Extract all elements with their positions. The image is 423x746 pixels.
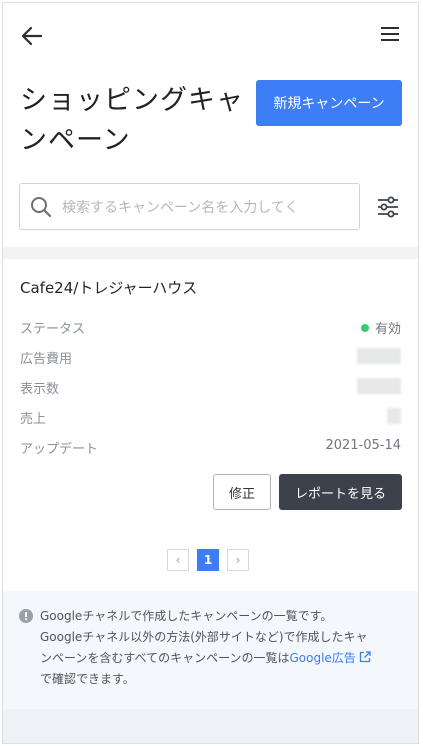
- status-value: 有効: [360, 318, 401, 337]
- ad-cost-label: 広告費用: [20, 352, 73, 367]
- notice-line-4: で確認できます。: [40, 672, 135, 686]
- google-ads-link-text: Google広告: [289, 651, 356, 665]
- page-1-button[interactable]: 1: [197, 549, 219, 571]
- edit-button[interactable]: 修正: [213, 474, 271, 510]
- impressions-value: [357, 378, 401, 398]
- bottom-spacer: [3, 709, 418, 743]
- status-row: ステータス 有効: [20, 318, 401, 340]
- sales-value: [387, 408, 401, 428]
- search-input[interactable]: [60, 192, 354, 224]
- info-icon: [19, 609, 33, 623]
- prev-page-button[interactable]: ‹: [167, 549, 189, 571]
- search-field[interactable]: [19, 183, 360, 230]
- google-ads-link[interactable]: Google広告: [289, 651, 371, 665]
- external-link-icon: [359, 651, 371, 663]
- impressions-row: 表示数: [20, 378, 401, 400]
- status-dot-icon: [360, 323, 369, 332]
- app-frame: ショッピングキャンペーン 新規キャンペーン Cafe24/トレジャーハウス ステ…: [2, 2, 419, 744]
- notice-line-1: Googleチャネルで作成したキャンペーンの一覧です。: [40, 609, 333, 623]
- section-divider: [3, 247, 418, 259]
- updated-label: アップデート: [20, 442, 99, 457]
- page-title: ショッピングキャンペーン: [20, 85, 244, 156]
- top-bar: [3, 3, 418, 63]
- ad-cost-value: [357, 348, 401, 368]
- search-icon: [31, 197, 52, 218]
- sales-row: 売上: [20, 408, 401, 430]
- status-label: ステータス: [20, 322, 86, 337]
- arrow-left-icon[interactable]: [19, 23, 45, 49]
- updated-row: アップデート 2021-05-14: [20, 438, 401, 460]
- hamburger-menu-icon[interactable]: [380, 25, 400, 43]
- campaign-name: Cafe24/トレジャーハウス: [20, 279, 198, 297]
- ad-cost-row: 広告費用: [20, 348, 401, 370]
- new-campaign-button[interactable]: 新規キャンペーン: [256, 80, 402, 126]
- next-page-button[interactable]: ›: [227, 549, 249, 571]
- sliders-icon[interactable]: [376, 195, 400, 219]
- notice-text: Googleチャネルで作成したキャンペーンの一覧です。 Googleチャネル以外…: [40, 606, 400, 690]
- status-text: 有効: [374, 322, 401, 337]
- notice-line-3: ンペーンを含むすべてのキャンペーンの一覧はGoogle広告: [40, 648, 400, 669]
- impressions-label: 表示数: [20, 382, 60, 397]
- updated-value: 2021-05-14: [325, 438, 401, 453]
- sales-label: 売上: [20, 412, 47, 427]
- view-report-button[interactable]: レポートを見る: [279, 474, 402, 510]
- pagination: ‹ 1 ›: [167, 549, 249, 573]
- notice-line-3-text: ンペーンを含むすべてのキャンペーンの一覧は: [40, 651, 290, 665]
- notice-line-2: Googleチャネル以外の方法(外部サイトなど)で作成したキャ: [40, 630, 368, 644]
